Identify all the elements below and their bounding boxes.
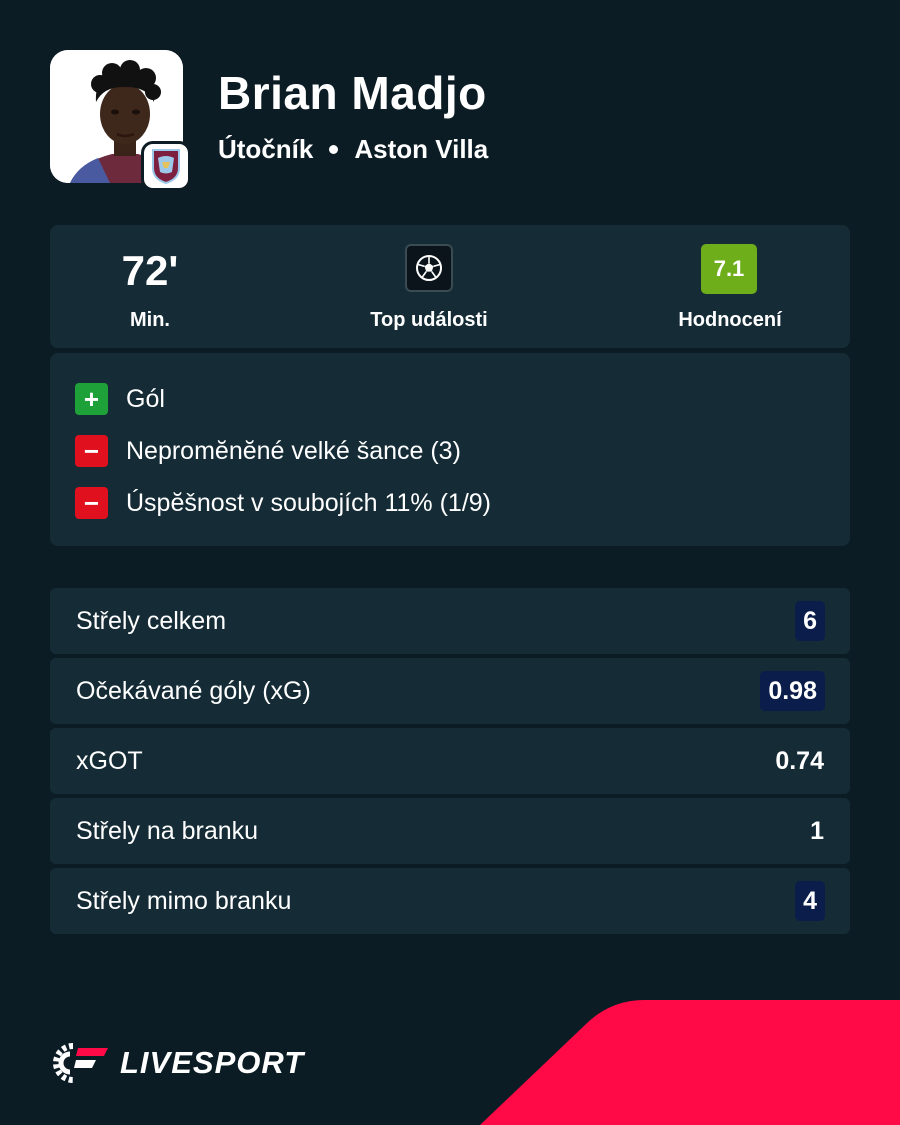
stat-value: 0.74 bbox=[775, 747, 824, 775]
stat-value: 6 bbox=[795, 601, 825, 641]
player-position: Útočník bbox=[218, 134, 314, 164]
livesport-logo-icon bbox=[53, 1043, 108, 1083]
stat-value: 1 bbox=[810, 817, 824, 845]
separator-dot bbox=[329, 145, 339, 154]
event-item: + Gól bbox=[75, 383, 165, 415]
stat-row: Střely celkem 6 bbox=[50, 588, 850, 654]
event-text: Gól bbox=[126, 384, 165, 413]
player-meta: Útočník Aston Villa bbox=[218, 134, 488, 165]
minus-icon: − bbox=[75, 487, 108, 519]
player-team: Aston Villa bbox=[354, 134, 489, 164]
stat-value: 4 bbox=[795, 881, 825, 921]
stat-label: xGOT bbox=[76, 747, 143, 775]
livesport-logo-text: LIVESPORT bbox=[120, 1045, 305, 1080]
stat-row: Střely na branku 1 bbox=[50, 798, 850, 864]
stat-label: Střely mimo branku bbox=[76, 887, 292, 915]
plus-icon: + bbox=[75, 383, 108, 415]
event-item: − Nepromĕnĕné velké šance (3) bbox=[75, 435, 461, 467]
event-text: Úspĕšnost v soubojích 11% (1/9) bbox=[126, 488, 492, 517]
livesport-logo: LIVESPORT bbox=[50, 1040, 304, 1086]
rating-label: Hodnocení bbox=[678, 309, 782, 331]
stat-row: Střely mimo branku 4 bbox=[50, 868, 850, 934]
rating-badge: 7.1 bbox=[701, 244, 757, 294]
stat-row: xGOT 0.74 bbox=[50, 728, 850, 794]
stat-label: Střely celkem bbox=[76, 607, 227, 635]
minus-icon: − bbox=[75, 435, 108, 467]
event-item: − Úspĕšnost v soubojích 11% (1/9) bbox=[75, 487, 491, 519]
stat-label: Střely na branku bbox=[76, 817, 259, 845]
aston-villa-crest-icon bbox=[141, 141, 191, 191]
stat-label: Očekávané góly (xG) bbox=[76, 677, 311, 705]
top-events-label: Top události bbox=[370, 309, 488, 331]
event-text: Nepromĕnĕné velké šance (3) bbox=[126, 436, 461, 465]
player-name: Brian Madjo bbox=[218, 67, 487, 119]
events-panel: + Gól − Nepromĕnĕné velké šance (3) − Ús… bbox=[50, 353, 850, 546]
football-icon bbox=[405, 244, 453, 292]
minutes-label: Min. bbox=[130, 309, 170, 331]
stat-row: Očekávané góly (xG) 0.98 bbox=[50, 658, 850, 724]
minutes-value: 72' bbox=[121, 247, 179, 294]
summary-panel: 72' Min. Top události 7.1 Hodnocení bbox=[50, 225, 850, 348]
stat-value: 0.98 bbox=[760, 671, 825, 711]
